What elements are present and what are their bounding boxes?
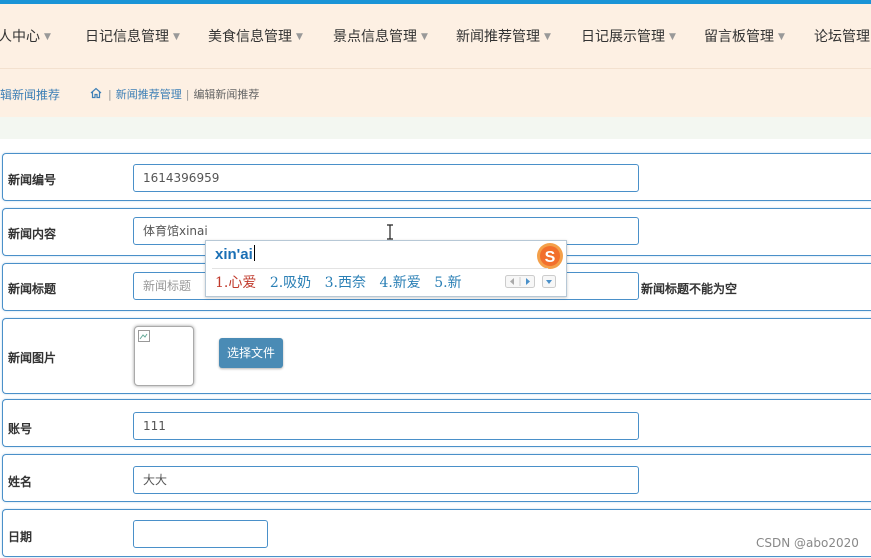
nav-label: 景点信息管理 xyxy=(333,29,417,45)
nav-label: 日记信息管理 xyxy=(85,29,169,45)
breadcrumb-news-recommend[interactable]: 新闻推荐管理 xyxy=(116,88,182,101)
top-navbar: 人中心 ▼ 日记信息管理 ▼ 美食信息管理 ▼ 景点信息管理 ▼ 新闻推荐管理 ▼ 日记展… xyxy=(0,4,871,69)
home-icon[interactable] xyxy=(90,87,102,99)
ime-candidate[interactable]: 5.新 xyxy=(434,275,461,291)
text-cursor-icon xyxy=(387,224,393,240)
form-row-news-image: 新闻图片 选择文件 xyxy=(2,318,871,394)
nav-scenic-info[interactable]: 景点信息管理 ▼ xyxy=(333,26,428,46)
chevron-down-icon: ▼ xyxy=(44,32,51,42)
breadcrumb-separator: | xyxy=(185,88,190,101)
breadcrumb-separator: | xyxy=(108,88,112,101)
broken-image-icon xyxy=(138,330,150,342)
field-label: 日期 xyxy=(8,530,33,544)
field-label: 姓名 xyxy=(8,475,33,489)
nav-label: 新闻推荐管理 xyxy=(456,29,540,45)
field-label: 新闻内容 xyxy=(8,227,57,241)
ime-pinyin-input: xin'ai xyxy=(215,245,255,263)
sogou-logo-icon: S xyxy=(537,243,563,269)
form-row-name: 姓名 大大 xyxy=(2,454,871,502)
field-label: 新闻图片 xyxy=(8,351,57,365)
choose-file-button[interactable]: 选择文件 xyxy=(219,338,283,368)
image-preview xyxy=(134,326,194,386)
chevron-down-icon: ▼ xyxy=(421,32,428,42)
nav-label: 日记展示管理 xyxy=(581,29,665,45)
account-input[interactable]: 111 xyxy=(133,412,639,440)
ime-divider xyxy=(212,268,548,269)
ime-candidate[interactable]: 3.西奈 xyxy=(325,275,366,291)
content-top-band xyxy=(0,117,871,139)
svg-text:S: S xyxy=(545,249,556,266)
nav-forum[interactable]: 论坛管理 xyxy=(814,26,870,46)
ime-candidate[interactable]: 1.心爱 xyxy=(215,275,256,291)
ime-candidate-popup: xin'ai S 1.心爱 2.吸奶 3.西奈 4.新爱 5.新 xyxy=(205,240,567,297)
nav-diary-display[interactable]: 日记展示管理 ▼ xyxy=(581,26,676,46)
nav-label: 论坛管理 xyxy=(814,29,870,45)
ime-page-arrows-icon[interactable] xyxy=(505,275,535,288)
ime-candidate[interactable]: 2.吸奶 xyxy=(270,275,311,291)
ime-candidates: 1.心爱 2.吸奶 3.西奈 4.新爱 5.新 xyxy=(215,272,471,292)
nav-label: 美食信息管理 xyxy=(208,29,292,45)
chevron-down-icon: ▼ xyxy=(778,32,785,42)
nav-message-board[interactable]: 留言板管理 ▼ xyxy=(704,26,785,46)
field-label: 账号 xyxy=(8,422,33,436)
nav-label: 留言板管理 xyxy=(704,29,774,45)
ime-caret xyxy=(253,245,255,261)
field-label: 新闻编号 xyxy=(8,173,57,187)
chevron-down-icon: ▼ xyxy=(173,32,180,42)
nav-food-info[interactable]: 美食信息管理 ▼ xyxy=(208,26,303,46)
page-header-bar: 编辑新闻推荐 |新闻推荐管理|编辑新闻推荐 xyxy=(0,69,871,117)
ime-pinyin-text: xin'ai xyxy=(215,246,253,263)
nav-personal-center[interactable]: 人中心 ▼ xyxy=(0,26,51,46)
news-number-input[interactable]: 1614396959 xyxy=(133,164,639,192)
date-input[interactable] xyxy=(133,520,268,548)
chevron-down-icon: ▼ xyxy=(544,32,551,42)
ime-expand-icon[interactable] xyxy=(542,275,556,288)
form-row-date: 日期 xyxy=(2,509,871,557)
chevron-down-icon: ▼ xyxy=(669,32,676,42)
breadcrumb-current: 编辑新闻推荐 xyxy=(193,88,260,101)
watermark: CSDN @abo2020 xyxy=(756,536,859,550)
breadcrumb: | 新闻推荐管理 | 编辑新闻推荐 xyxy=(90,86,259,102)
nav-diary-info[interactable]: 日记信息管理 ▼ xyxy=(85,26,180,46)
form-row-news-number: 新闻编号 1614396959 xyxy=(2,153,871,201)
nav-label: 人中心 xyxy=(0,29,40,45)
nav-news-recommend[interactable]: 新闻推荐管理 ▼ xyxy=(456,26,551,46)
form-row-account: 账号 111 xyxy=(2,399,871,447)
ime-candidate[interactable]: 4.新爱 xyxy=(379,275,420,291)
name-input[interactable]: 大大 xyxy=(133,466,639,494)
page-title: 编辑新闻推荐 xyxy=(0,88,61,102)
field-label: 新闻标题 xyxy=(8,282,57,296)
validation-error: 新闻标题不能为空 xyxy=(641,282,738,296)
chevron-down-icon: ▼ xyxy=(296,32,303,42)
